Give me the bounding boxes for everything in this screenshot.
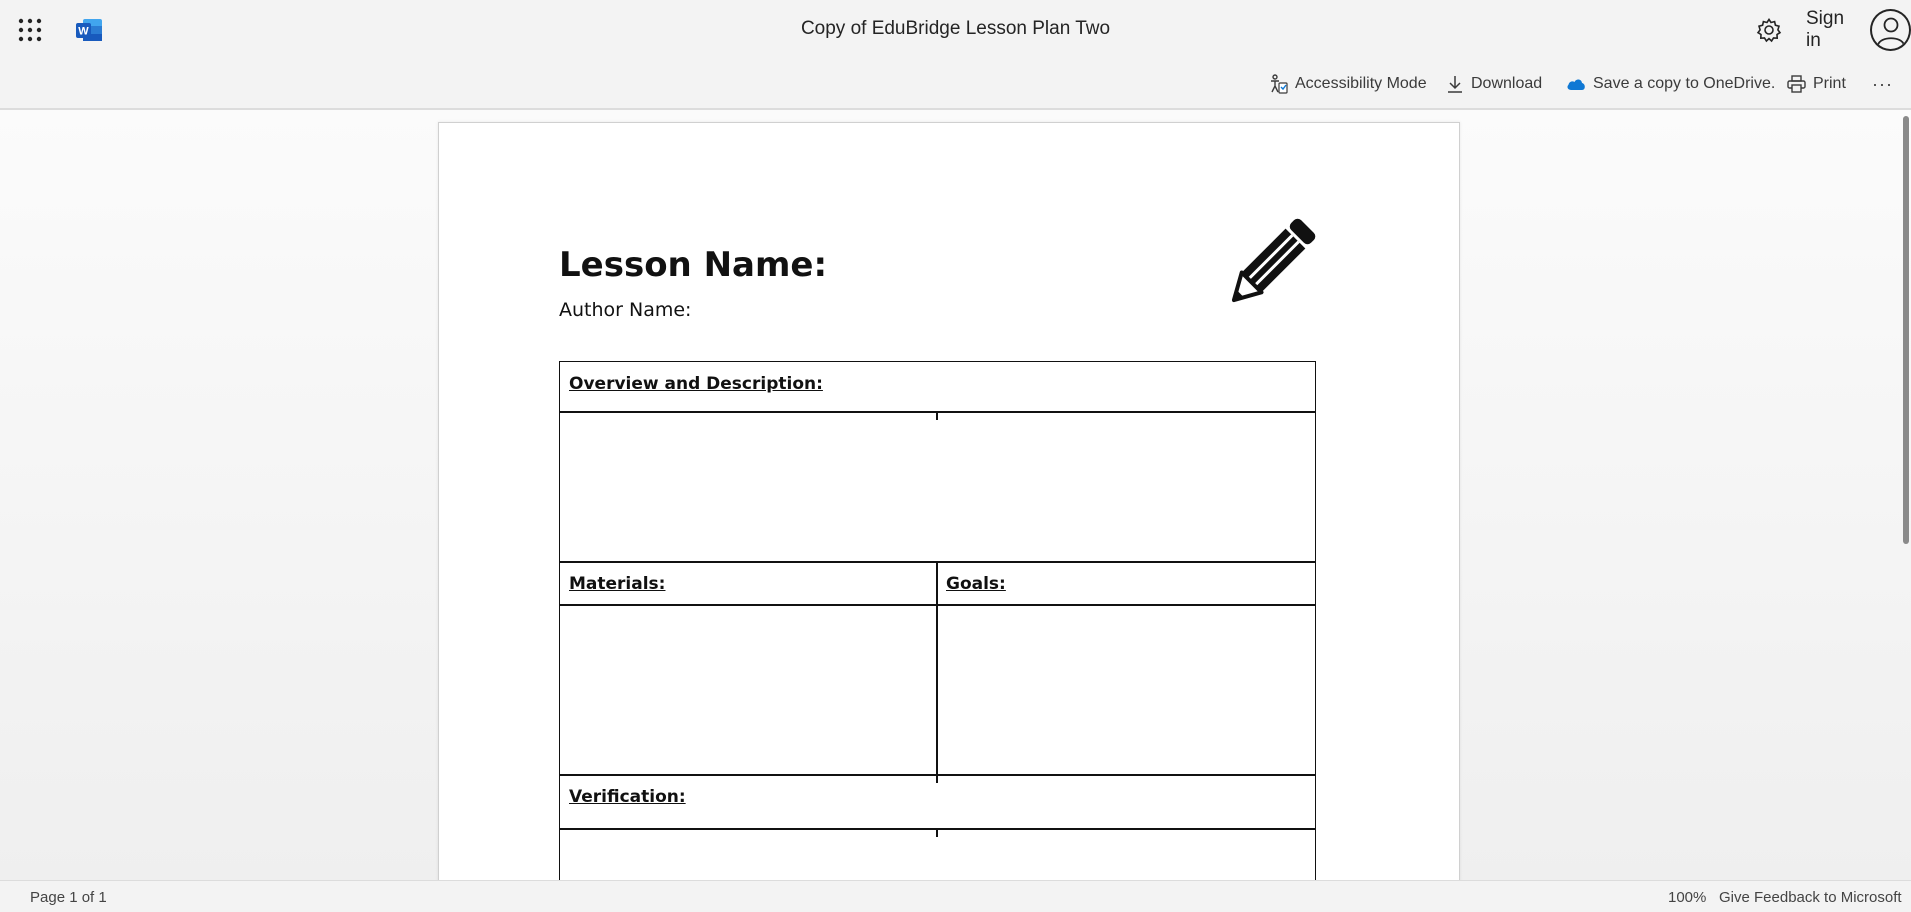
- download-icon: [1448, 76, 1462, 93]
- more-icon: ···: [1872, 73, 1893, 94]
- save-copy-onedrive-button[interactable]: Save a copy to OneDrive.: [1566, 72, 1775, 96]
- command-bar: Accessibility Mode Download Save a copy …: [0, 60, 1911, 110]
- pencil-icon: [1217, 211, 1323, 317]
- sign-in-label: Sign in: [1806, 8, 1845, 51]
- scrollbar-thumb[interactable]: [1903, 116, 1909, 544]
- document-title: Copy of EduBridge Lesson Plan Two: [800, 18, 1111, 39]
- person-icon: [1870, 9, 1911, 51]
- word-icon[interactable]: W: [75, 17, 103, 43]
- overview-header-cell[interactable]: Overview and Description:: [559, 361, 1316, 413]
- status-bar: Page 1 of 1 100% Give Feedback to Micros…: [0, 880, 1911, 912]
- overview-content-cell[interactable]: [559, 411, 1316, 563]
- feedback-link[interactable]: Give Feedback to Microsoft: [1719, 889, 1902, 906]
- overview-label: Overview and Description:: [569, 374, 823, 394]
- svg-text:W: W: [78, 26, 89, 38]
- save-copy-label: Save a copy to OneDrive.: [1593, 75, 1776, 92]
- download-label: Download: [1471, 75, 1543, 92]
- accessibility-icon: [1271, 74, 1288, 94]
- print-button[interactable]: Print: [1787, 72, 1846, 96]
- lesson-name-heading: Lesson Name:: [559, 245, 828, 285]
- download-button[interactable]: Download: [1446, 72, 1542, 96]
- page-count: Page 1 of 1: [30, 889, 107, 906]
- goals-header-cell[interactable]: Goals:: [936, 561, 1316, 606]
- goals-label: Goals:: [946, 574, 1006, 594]
- onedrive-cloud-icon: [1567, 79, 1585, 90]
- sign-in-button[interactable]: Sign in: [1806, 8, 1911, 52]
- author-name-label: Author Name:: [559, 299, 692, 321]
- accessibility-mode-button[interactable]: Accessibility Mode: [1270, 72, 1427, 96]
- printer-icon: [1787, 75, 1806, 93]
- verification-label: Verification:: [569, 787, 686, 807]
- column-marker: [936, 828, 938, 837]
- goals-content-cell[interactable]: [936, 604, 1316, 776]
- zoom-level[interactable]: 100%: [1668, 889, 1706, 906]
- more-options-button[interactable]: ···: [1872, 72, 1893, 96]
- materials-label: Materials:: [569, 574, 666, 594]
- print-label: Print: [1813, 75, 1846, 92]
- document-page: Lesson Name: Author Name: Overview and D…: [438, 122, 1460, 894]
- materials-content-cell[interactable]: [559, 604, 938, 776]
- materials-header-cell[interactable]: Materials:: [559, 561, 938, 606]
- top-bar: W Copy of EduBridge Lesson Plan Two Sign…: [0, 0, 1911, 60]
- column-marker: [936, 411, 938, 420]
- verification-header-cell[interactable]: Verification:: [559, 774, 1316, 830]
- gear-icon[interactable]: [1756, 17, 1782, 43]
- accessibility-mode-label: Accessibility Mode: [1295, 75, 1427, 92]
- waffle-icon[interactable]: [17, 17, 43, 43]
